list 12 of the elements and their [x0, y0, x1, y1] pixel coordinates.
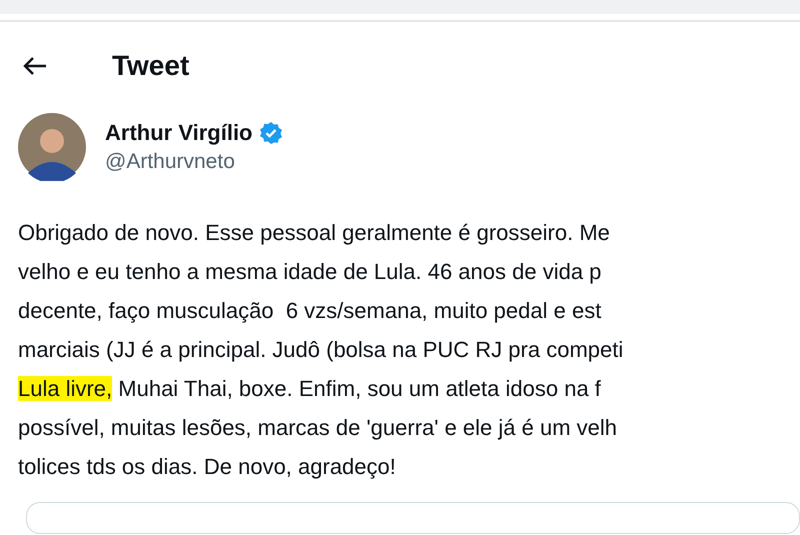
tweet-text-line: marciais (JJ é a principal. Judô (bolsa na PUC RJ pra competi [18, 336, 624, 364]
author-handle[interactable]: @Arthurvneto [105, 150, 282, 174]
back-arrow-icon[interactable] [22, 55, 48, 77]
author-name[interactable]: Arthur Virgílio [105, 120, 252, 146]
page-title: Tweet [112, 50, 190, 82]
avatar-placeholder[interactable] [18, 113, 86, 181]
tweet-text-line: decente, faço musculação 6 vzs/semana, muito pedal e est [18, 297, 602, 325]
tweet-text-line: tolices tds os dias. De novo, agradeço! [18, 453, 397, 481]
tweet-text-line: possível, muitas lesões, marcas de 'guerra' e ele já é um velh [18, 414, 618, 442]
tweet-text-line: Obrigado de novo. Esse pessoal geralmente é grosseiro. Me [18, 219, 611, 247]
tweet-text-line: Lula livre, Muhai Thai, boxe. Enfim, sou um atleta idoso na f [18, 375, 602, 403]
tweet-text-line: velho e eu tenho a mesma idade de Lula. 46 anos de vida p [18, 258, 602, 286]
